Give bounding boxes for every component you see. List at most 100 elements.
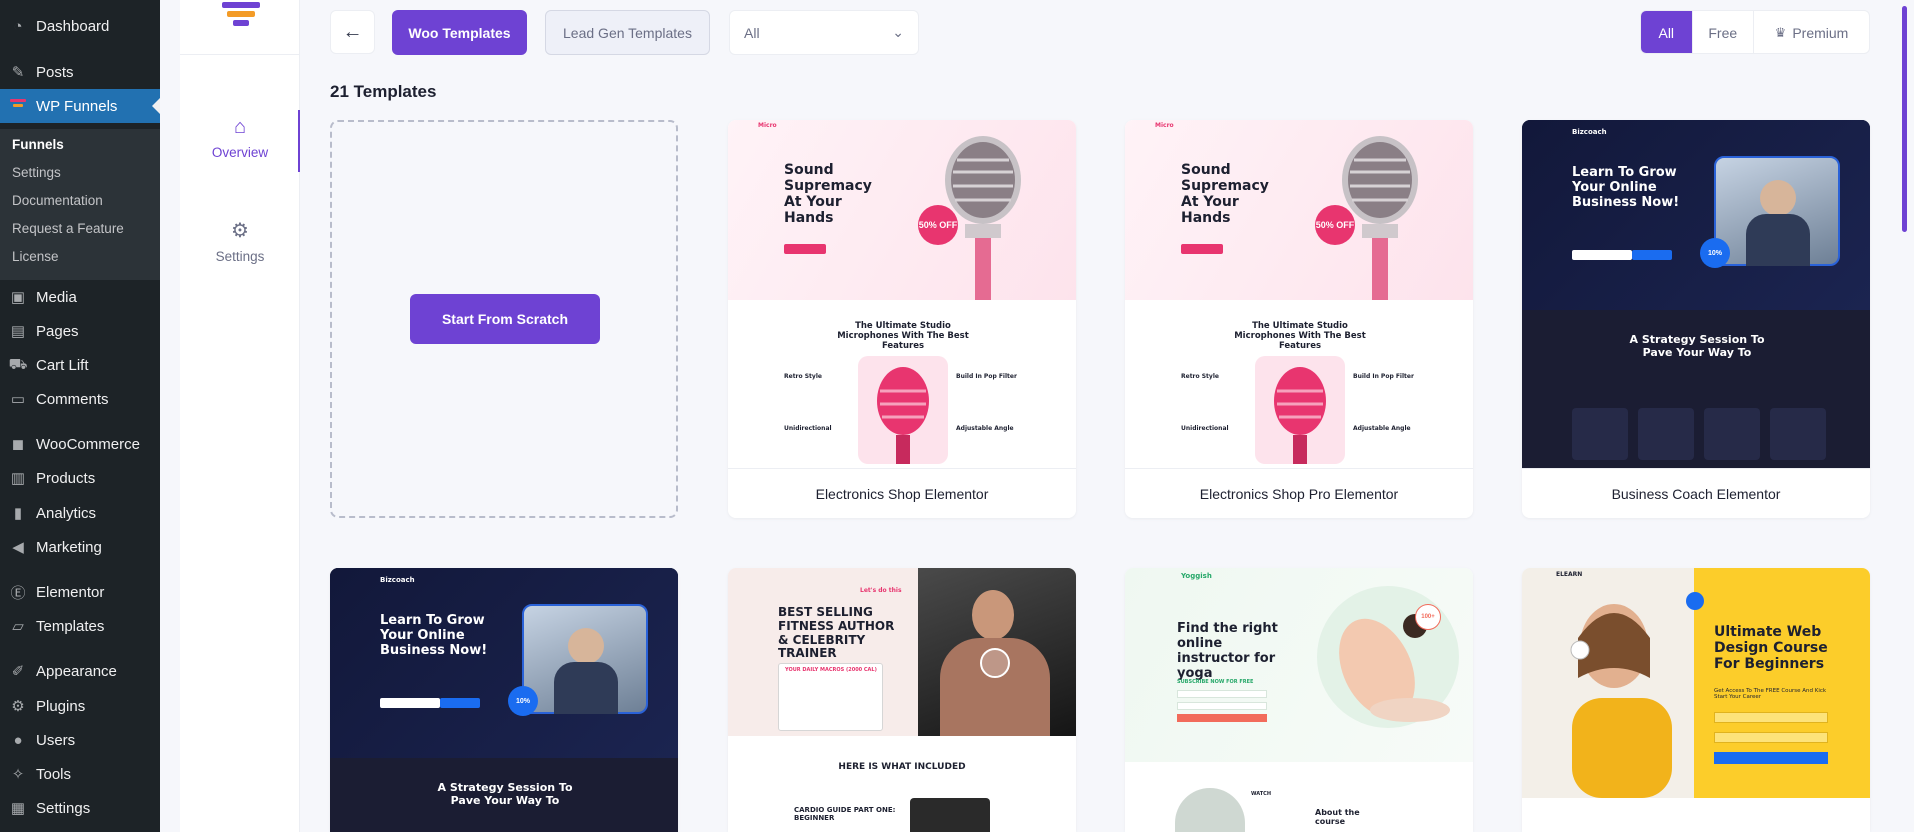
wp-admin-sidebar: ◔ Dashboard ✎ Posts WP Funnels Funnels Set…: [0, 0, 160, 832]
discount-badge: 50% OFF: [918, 205, 958, 245]
features-title: The Ultimate Studio Microphones With The…: [837, 321, 969, 351]
fitness-cardio: CARDIO GUIDE PART ONE: BEGINNER: [794, 806, 896, 823]
megaphone-icon: ◀: [12, 539, 24, 556]
sidebar-item-users[interactable]: ● Users: [0, 723, 160, 757]
template-name: Electronics Shop Pro Elementor: [1125, 468, 1473, 518]
scrollbar-thumb[interactable]: [1902, 6, 1907, 232]
yoga-watch: WATCH: [1251, 791, 1272, 797]
category-filter-select[interactable]: All ⌄: [729, 10, 919, 55]
archive-icon: ▥: [10, 470, 26, 487]
arrow-left-icon: ←: [342, 20, 363, 43]
sidebar-item-label: Users: [36, 731, 76, 749]
back-button[interactable]: ←: [330, 10, 375, 54]
feature-label: Adjustable Angle: [956, 425, 1014, 432]
feature-label: Build In Pop Filter: [956, 373, 1017, 380]
sidebar-item-products[interactable]: ▥ Products: [0, 461, 160, 495]
nav-overview[interactable]: ⌂ Overview: [180, 116, 300, 160]
nav-divider: [180, 54, 300, 55]
learn-subtext: Get Access To The FREE Course And Kick S…: [1714, 688, 1827, 701]
sidebar-item-marketing[interactable]: ◀ Marketing: [0, 530, 160, 564]
submenu-settings[interactable]: Settings: [12, 165, 61, 180]
sidebar-item-label: Cart Lift: [36, 356, 89, 374]
template-card-fitness[interactable]: Let's do this BEST SELLING FITNESS AUTHO…: [728, 568, 1076, 832]
template-card-web-design-course[interactable]: ELEARN Ultimate Web Design Course For Be…: [1522, 568, 1870, 832]
play-icon: [980, 648, 1010, 678]
sidebar-item-label: WP Funnels: [36, 97, 118, 115]
yoga-heading: Find the right online instructor for yog…: [1177, 621, 1278, 681]
sidebar-item-pages[interactable]: ▤ Pages: [0, 314, 160, 348]
submenu-funnels[interactable]: Funnels: [12, 137, 64, 152]
lead-gen-templates-button[interactable]: Lead Gen Templates: [545, 10, 710, 55]
student-photo: [1522, 568, 1694, 798]
coach-photo: [1714, 156, 1840, 266]
plugin-navigation: ⌂ Overview ⚙ Settings: [180, 0, 300, 832]
sidebar-item-elementor[interactable]: Ⓔ Elementor: [0, 575, 160, 609]
sidebar-item-templates[interactable]: ▱ Templates: [0, 609, 160, 643]
coach-badge: 10%: [1700, 238, 1730, 268]
comment-icon: ▭: [10, 391, 26, 408]
feature-label: Retro Style: [784, 373, 822, 380]
plan-filter-group: All Free ♛ Premium: [1640, 10, 1870, 54]
sidebar-item-label: Plugins: [36, 697, 86, 715]
template-card-business-coach[interactable]: Bizcoach Learn To Grow Your Online Busin…: [1522, 120, 1870, 518]
template-card-electronics-shop[interactable]: Micro Sound Supremacy At Your Hands 50% …: [728, 120, 1076, 518]
sidebar-item-analytics[interactable]: ▮ Analytics: [0, 496, 160, 530]
yoga-pose-image: [1339, 614, 1450, 722]
dashboard-icon: ◔: [13, 17, 23, 35]
sidebar-item-label: Pages: [36, 322, 79, 340]
sidebar-item-cart-lift[interactable]: ⛟ Cart Lift: [0, 348, 160, 382]
preview-brand: Bizcoach: [380, 576, 415, 584]
template-preview: Bizcoach Learn To Grow Your Online Busin…: [1522, 120, 1870, 468]
sidebar-item-label: WooCommerce: [36, 435, 140, 453]
crown-icon: ♛: [1774, 25, 1787, 40]
yoga-subscribe: SUBSCRIBE NOW FOR FREE: [1177, 679, 1254, 685]
sidebar-item-dashboard[interactable]: ◔ Dashboard: [0, 9, 160, 43]
fitness-heading: BEST SELLING FITNESS AUTHOR & CELEBRITY …: [778, 605, 895, 661]
start-from-scratch-button[interactable]: Start From Scratch: [410, 294, 600, 344]
submenu-request-feature[interactable]: Request a Feature: [12, 221, 124, 236]
discount-badge: 50% OFF: [1315, 205, 1355, 245]
wpfunnels-logo: [222, 2, 260, 32]
coach-subheading: A Strategy Session To Pave Your Way To: [1629, 333, 1765, 359]
sidebar-item-media[interactable]: ▣ Media: [0, 280, 160, 314]
sidebar-item-tools[interactable]: ✧ Tools: [0, 757, 160, 791]
preview-heading: Sound Supremacy At Your Hands: [784, 162, 872, 227]
coach-badge: 10%: [508, 686, 538, 716]
plan-premium-button[interactable]: ♛ Premium: [1754, 11, 1869, 53]
plan-all-button[interactable]: All: [1641, 11, 1693, 53]
submenu-license[interactable]: License: [12, 249, 59, 264]
nav-settings-label: Settings: [215, 249, 265, 264]
nav-overview-label: Overview: [211, 145, 269, 160]
plan-free-button[interactable]: Free: [1693, 11, 1755, 53]
sidebar-item-posts[interactable]: ✎ Posts: [0, 55, 160, 89]
chevron-down-icon: ⌄: [892, 24, 904, 40]
nav-settings[interactable]: ⚙ Settings: [180, 218, 300, 264]
yoga-about: About the course: [1315, 808, 1360, 827]
preview-heading: Learn To Grow Your Online Business Now!: [1572, 165, 1680, 210]
sidebar-item-label: Analytics: [36, 504, 97, 522]
submenu-documentation[interactable]: Documentation: [12, 193, 103, 208]
woo-templates-button[interactable]: Woo Templates: [392, 10, 527, 55]
feature-label: Unidirectional: [784, 425, 832, 432]
filter-value: All: [744, 24, 760, 41]
nav-active-indicator: [298, 110, 300, 172]
play-icon: [1686, 592, 1704, 610]
coach-photo: [522, 604, 648, 714]
template-card-business-coach-2[interactable]: Bizcoach Learn To Grow Your Online Busin…: [330, 568, 678, 832]
media-icon: ▣: [10, 289, 26, 306]
features-title: The Ultimate Studio Microphones With The…: [1234, 321, 1366, 351]
sidebar-item-wp-funnels[interactable]: WP Funnels: [0, 89, 160, 123]
gear-icon: ⚙: [231, 220, 249, 242]
sidebar-item-woocommerce[interactable]: ◼ WooCommerce: [0, 427, 160, 461]
template-card-yoga[interactable]: Yoggish Find the right online instructor…: [1125, 568, 1473, 832]
sidebar-item-plugins[interactable]: ⚙ Plugins: [0, 689, 160, 723]
sidebar-item-settings[interactable]: ▦ Settings: [0, 791, 160, 825]
template-card-electronics-shop-pro[interactable]: Micro Sound Supremacy At Your Hands 50% …: [1125, 120, 1473, 518]
sidebar-item-appearance[interactable]: ✐ Appearance: [0, 654, 160, 688]
sidebar-item-label: Templates: [36, 617, 105, 635]
wrench-icon: ✧: [11, 766, 25, 783]
cart-icon: ⛟: [8, 355, 28, 373]
sidebar-item-label: Products: [36, 469, 96, 487]
sidebar-item-comments[interactable]: ▭ Comments: [0, 382, 160, 416]
preview-brand: Micro: [758, 122, 777, 129]
